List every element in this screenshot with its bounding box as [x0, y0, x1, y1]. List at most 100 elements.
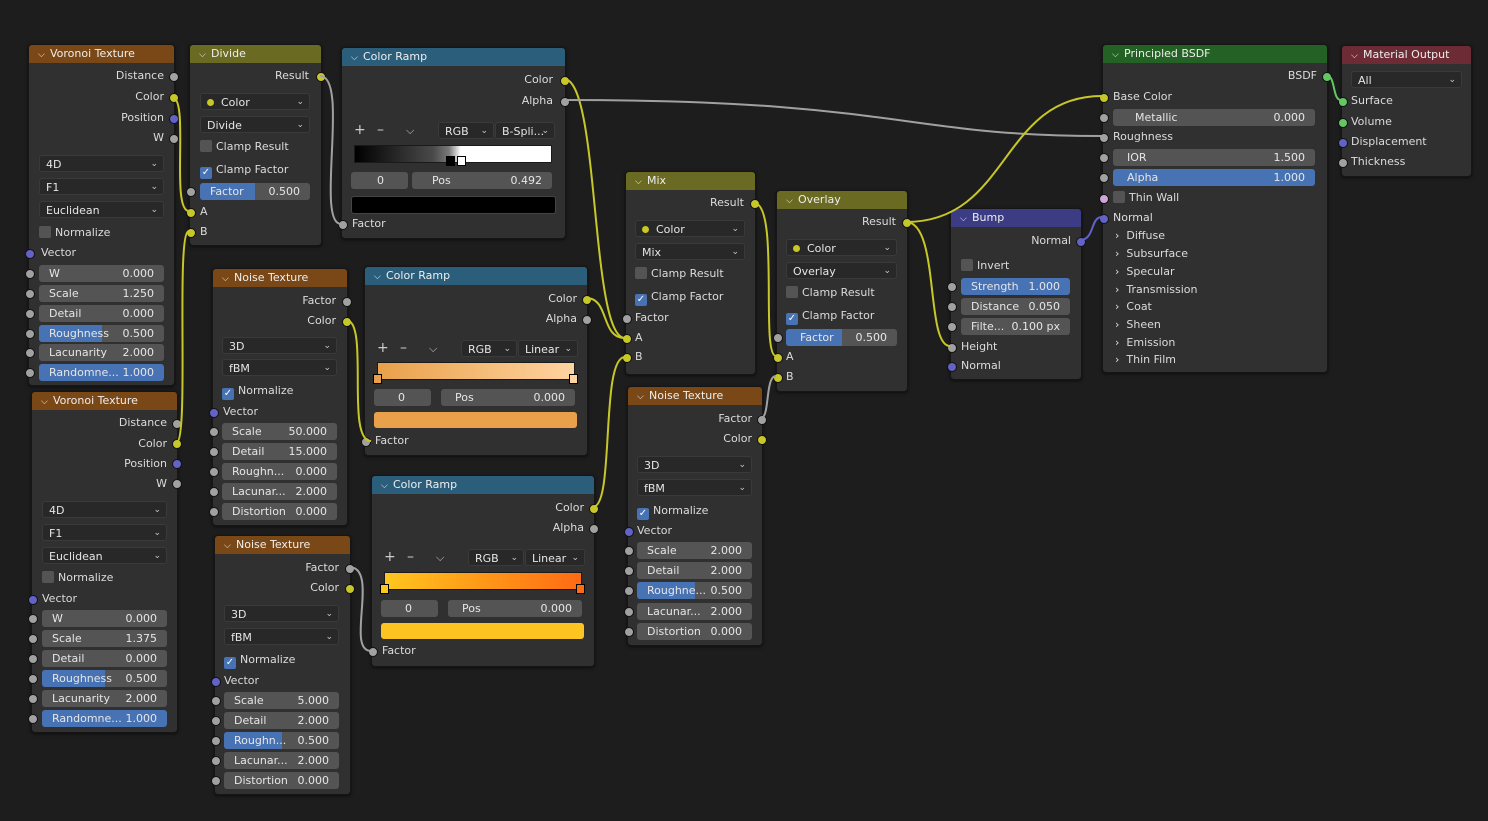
node-header[interactable]: ⌵ Color Ramp: [365, 267, 587, 285]
divide-mix-node[interactable]: ⌵ Divide Result Color ⌄ Divide ⌄ Clamp Resu…: [186, 44, 326, 246]
ramp-stop-handle[interactable]: [457, 156, 466, 166]
data-type-dropdown[interactable]: Color ⌄: [200, 93, 310, 110]
node-header[interactable]: ⌵ Overlay: [777, 191, 907, 209]
color-ramp-gradient[interactable]: [384, 572, 582, 590]
socket-lacunarity-in[interactable]: [25, 348, 35, 358]
socket-result-out[interactable]: [750, 199, 760, 209]
collapse-chevron-icon[interactable]: ⌵: [381, 477, 393, 494]
node-header[interactable]: ⌵ Color Ramp: [372, 476, 594, 494]
socket-color-out[interactable]: [169, 93, 179, 103]
dimensions-dropdown[interactable]: 3D ⌄: [222, 337, 337, 354]
collapse-chevron-icon[interactable]: ⌵: [786, 192, 798, 209]
socket-factor-out[interactable]: [757, 415, 767, 425]
socket-factor-in[interactable]: [773, 333, 783, 343]
socket-scale-in[interactable]: [25, 289, 35, 299]
mix-node[interactable]: ⌵ Mix Result Color ⌄ Mix ⌄ Clamp Result ✓ Cl…: [622, 171, 760, 375]
ramp-stop-handle[interactable]: [373, 374, 382, 384]
socket-color-out[interactable]: [345, 584, 355, 594]
normalize-checkbox[interactable]: ✓ Normalize: [222, 383, 293, 400]
roughness-slider[interactable]: Roughness 0.500: [42, 670, 167, 687]
feature-dropdown[interactable]: F1 ⌄: [42, 524, 167, 541]
color-ramp-node-1[interactable]: ⌵ Color Ramp Color Alpha + – ⌵ RGB ⌄ B-Spl…: [338, 47, 570, 239]
collapse-chevron-icon[interactable]: ⌵: [960, 210, 972, 227]
interpolation-dropdown[interactable]: Linear ⌄: [525, 549, 585, 566]
ramp-menu-chevron-icon[interactable]: ⌵: [429, 340, 437, 357]
socket-roughness-in[interactable]: [28, 674, 38, 684]
socket-color-out[interactable]: [342, 317, 352, 327]
noise-type-dropdown[interactable]: fBM ⌄: [222, 359, 337, 376]
socket-normal-out[interactable]: [1076, 237, 1086, 247]
panel-subsurface[interactable]: › Subsurface: [1115, 246, 1188, 262]
panel-specular[interactable]: › Specular: [1115, 264, 1174, 280]
socket-result-out[interactable]: [316, 72, 326, 82]
noise-type-dropdown[interactable]: fBM ⌄: [637, 479, 752, 496]
socket-detail-in[interactable]: [25, 309, 35, 319]
node-header[interactable]: ⌵ Mix: [626, 172, 755, 190]
socket-ior-in[interactable]: [1099, 153, 1109, 163]
socket-a-in[interactable]: [186, 208, 196, 218]
socket-thin-wall-in[interactable]: [1099, 194, 1109, 204]
noise-texture-node-3[interactable]: ⌵ Noise Texture Factor Color 3D ⌄ fBM ⌄ ✓ No…: [624, 386, 767, 646]
node-header[interactable]: ⌵ Voronoi Texture: [32, 392, 177, 410]
socket-distance-out[interactable]: [169, 72, 179, 82]
panel-coat[interactable]: › Coat: [1115, 299, 1152, 315]
dimensions-dropdown[interactable]: 4D ⌄: [42, 501, 167, 518]
lacunarity-field[interactable]: Lacunar... 2.000: [224, 752, 339, 769]
data-type-dropdown[interactable]: Color ⌄: [635, 220, 745, 237]
socket-vector-in[interactable]: [624, 527, 634, 537]
w-field[interactable]: W 0.000: [39, 265, 164, 282]
color-mode-dropdown[interactable]: RGB ⌄: [438, 122, 494, 139]
socket-position-out[interactable]: [169, 114, 179, 124]
interpolation-dropdown[interactable]: Linear ⌄: [518, 340, 578, 357]
collapse-chevron-icon[interactable]: ⌵: [222, 270, 234, 287]
socket-strength-in[interactable]: [947, 282, 957, 292]
socket-normal-in[interactable]: [1099, 214, 1109, 224]
socket-color-out[interactable]: [582, 295, 592, 305]
material-output-node[interactable]: ⌵ Material Output All ⌄ Surface Volume Dis…: [1338, 45, 1472, 177]
socket-roughness-in[interactable]: [211, 736, 221, 746]
socket-color-out[interactable]: [589, 504, 599, 514]
distortion-field[interactable]: Distortion 0.000: [222, 503, 337, 520]
socket-vector-in[interactable]: [209, 408, 219, 418]
collapse-chevron-icon[interactable]: ⌵: [1112, 46, 1124, 63]
clamp-factor-checkbox[interactable]: ✓ Clamp Factor: [786, 308, 874, 325]
socket-randomness-in[interactable]: [28, 714, 38, 724]
thin-wall-checkbox[interactable]: Thin Wall: [1113, 190, 1179, 206]
panel-transmission[interactable]: › Transmission: [1115, 282, 1197, 298]
lacunarity-field[interactable]: Lacunarity 2.000: [42, 690, 167, 707]
clamp-result-checkbox[interactable]: Clamp Result: [200, 139, 289, 155]
socket-lacunarity-in[interactable]: [624, 607, 634, 617]
node-header[interactable]: ⌵ Voronoi Texture: [29, 45, 174, 63]
ramp-stop-handle[interactable]: [569, 374, 578, 384]
socket-b-in[interactable]: [186, 228, 196, 238]
metallic-slider[interactable]: Metallic 0.000: [1113, 109, 1315, 126]
scale-field[interactable]: Scale 5.000: [224, 692, 339, 709]
socket-detail-in[interactable]: [211, 716, 221, 726]
normalize-checkbox[interactable]: ✓ Normalize: [224, 652, 295, 669]
socket-color-out[interactable]: [560, 76, 570, 86]
socket-detail-in[interactable]: [624, 566, 634, 576]
color-mode-dropdown[interactable]: RGB ⌄: [468, 549, 524, 566]
socket-thickness-in[interactable]: [1338, 158, 1348, 168]
ior-field[interactable]: IOR 1.500: [1113, 149, 1315, 166]
remove-stop-button[interactable]: –: [407, 549, 414, 566]
scale-field[interactable]: Scale 1.250: [39, 285, 164, 302]
socket-displacement-in[interactable]: [1338, 138, 1348, 148]
socket-normal-in[interactable]: [947, 362, 957, 372]
socket-b-in[interactable]: [773, 373, 783, 383]
socket-distance-in[interactable]: [947, 302, 957, 312]
blend-mode-dropdown[interactable]: Divide ⌄: [200, 116, 310, 133]
socket-roughness-in[interactable]: [25, 329, 35, 339]
noise-type-dropdown[interactable]: fBM ⌄: [224, 628, 339, 645]
collapse-chevron-icon[interactable]: ⌵: [41, 393, 53, 410]
roughness-slider[interactable]: Roughness 0.500: [39, 325, 164, 342]
noise-texture-node-1[interactable]: ⌵ Noise Texture Factor Color 3D ⌄ fBM ⌄ ✓ No…: [209, 268, 352, 526]
stop-index-field[interactable]: 0: [351, 172, 408, 189]
socket-b-in[interactable]: [622, 353, 632, 363]
collapse-chevron-icon[interactable]: ⌵: [1351, 47, 1363, 64]
node-header[interactable]: ⌵ Divide: [190, 45, 321, 63]
socket-base-color-in[interactable]: [1099, 93, 1109, 103]
collapse-chevron-icon[interactable]: ⌵: [351, 49, 363, 66]
clamp-result-checkbox[interactable]: Clamp Result: [635, 266, 724, 282]
socket-alpha-out[interactable]: [560, 97, 570, 107]
